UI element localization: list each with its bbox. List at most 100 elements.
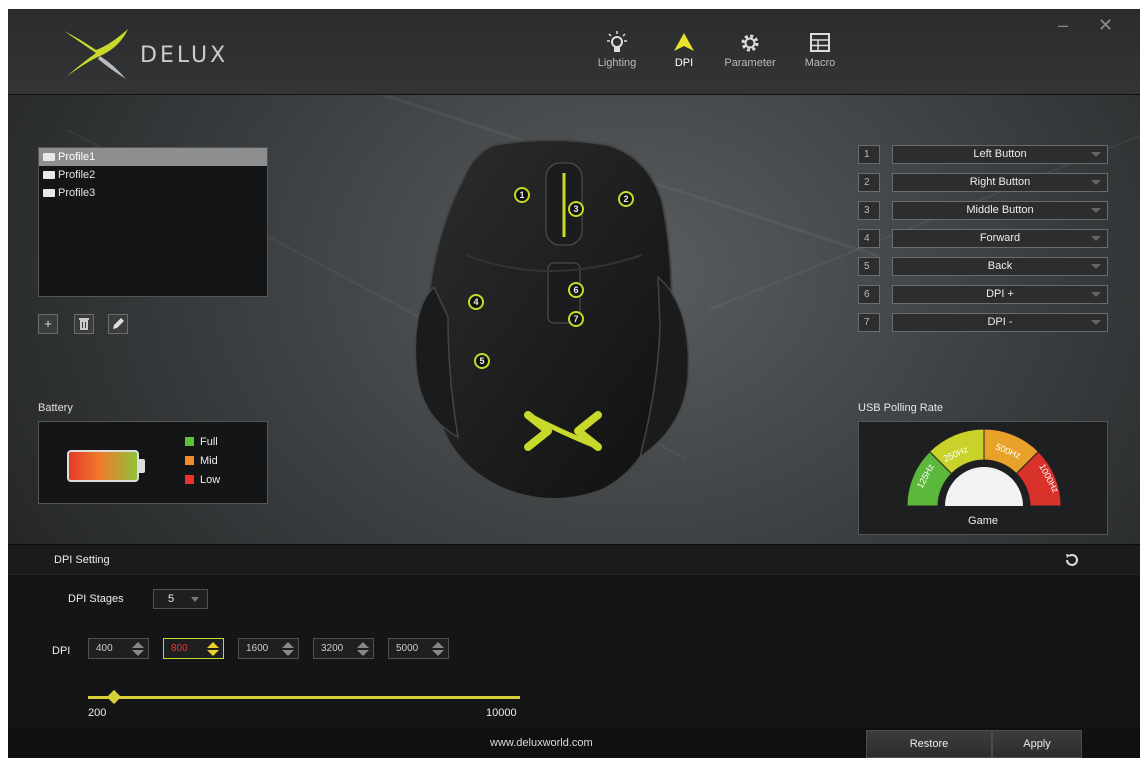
add-profile-button[interactable]: + <box>38 314 58 334</box>
delux-logo: DELUX <box>60 23 260 83</box>
profile-label: Profile2 <box>58 169 96 181</box>
chevron-down-icon <box>1091 236 1101 241</box>
battery-title: Battery <box>38 402 73 414</box>
polling-gauge: 125Hz 250Hz 500Hz 1000Hz <box>906 428 1062 507</box>
delete-profile-button[interactable] <box>74 314 94 334</box>
restore-button[interactable]: Restore <box>866 730 992 758</box>
close-button[interactable]: ✕ <box>1098 15 1113 36</box>
mapping-value: Back <box>987 260 1013 272</box>
dpi-stage-1[interactable]: 400 <box>88 638 149 659</box>
profile-label: Profile3 <box>58 187 96 199</box>
mapping-index-6: 6 <box>858 285 880 304</box>
folder-icon <box>43 189 55 198</box>
tab-parameter-label: Parameter <box>724 57 776 69</box>
mapping-value: Left Button <box>973 148 1027 160</box>
dpi-title: DPI Setting <box>54 554 110 566</box>
polling-rate-title: USB Polling Rate <box>858 402 943 414</box>
mapping-select-6[interactable]: DPI + <box>892 285 1108 304</box>
dpi-slider-handle[interactable] <box>107 689 122 705</box>
mapping-value: Right Button <box>969 176 1031 188</box>
chevron-down-icon <box>1091 264 1101 269</box>
lightbulb-icon <box>592 31 642 57</box>
chevron-down-icon <box>1091 208 1101 213</box>
mouse-marker-4[interactable]: 4 <box>468 294 484 310</box>
mapping-select-4[interactable]: Forward <box>892 229 1108 248</box>
mapping-select-7[interactable]: DPI - <box>892 313 1108 332</box>
mouse-marker-6[interactable]: 6 <box>568 282 584 298</box>
mapping-select-5[interactable]: Back <box>892 257 1108 276</box>
dpi-value: 800 <box>171 643 188 654</box>
stepper-icon[interactable] <box>357 642 369 656</box>
tab-macro[interactable]: Macro <box>798 31 842 69</box>
website-link[interactable]: www.deluxworld.com <box>490 737 593 749</box>
legend-full-label: Full <box>200 436 218 448</box>
chevron-down-icon <box>1091 292 1101 297</box>
profile-item-3[interactable]: Profile3 <box>39 184 267 202</box>
mouse-illustration <box>414 139 690 500</box>
mapping-select-3[interactable]: Middle Button <box>892 201 1108 220</box>
mapping-value: DPI + <box>986 288 1014 300</box>
header-bar: DELUX Lighting DPI Parameter Macro – ✕ <box>8 9 1140 95</box>
dpi-stages-select[interactable]: 5 <box>153 589 208 609</box>
dpi-value: 3200 <box>321 643 344 654</box>
mapping-select-1[interactable]: Left Button <box>892 145 1108 164</box>
dpi-stage-2[interactable]: 800 <box>163 638 224 659</box>
polling-mode-label: Game <box>968 515 998 527</box>
mouse-marker-5[interactable]: 5 <box>474 353 490 369</box>
legend-low-label: Low <box>200 474 221 486</box>
mouse-image: 1 2 3 4 5 6 7 <box>408 137 698 509</box>
tab-dpi[interactable]: DPI <box>664 31 704 69</box>
dpi-header: DPI Setting <box>8 545 1140 575</box>
profile-item-1[interactable]: Profile1 <box>39 148 267 166</box>
apply-button[interactable]: Apply <box>992 730 1082 758</box>
stepper-icon[interactable] <box>282 642 294 656</box>
legend-mid: Mid <box>185 455 218 467</box>
mouse-marker-3[interactable]: 3 <box>568 201 584 217</box>
legend-mid-label: Mid <box>200 455 218 467</box>
profile-item-2[interactable]: Profile2 <box>39 166 267 184</box>
tab-lighting[interactable]: Lighting <box>592 31 642 69</box>
legend-full: Full <box>185 436 218 448</box>
mouse-marker-1[interactable]: 1 <box>514 187 530 203</box>
chevron-down-icon <box>1091 320 1101 325</box>
dpi-value: 5000 <box>396 643 419 654</box>
battery-tip <box>139 459 145 473</box>
mapping-value: Forward <box>979 232 1021 244</box>
minimize-button[interactable]: – <box>1058 15 1068 36</box>
chevron-down-icon <box>191 597 199 602</box>
folder-icon <box>43 153 55 162</box>
tab-parameter[interactable]: Parameter <box>720 31 780 69</box>
tab-macro-label: Macro <box>804 57 836 69</box>
stepper-icon[interactable] <box>432 642 444 656</box>
dpi-slider-track[interactable] <box>88 696 520 699</box>
dpi-slider-min: 200 <box>88 707 107 719</box>
dpi-slider-max: 10000 <box>486 707 517 719</box>
trash-icon <box>79 318 89 330</box>
mapping-value: DPI - <box>987 316 1013 328</box>
mouse-marker-2[interactable]: 2 <box>618 191 634 207</box>
mapping-index-5: 5 <box>858 257 880 276</box>
pencil-icon <box>113 318 124 329</box>
edit-profile-button[interactable] <box>108 314 128 334</box>
mapping-select-2[interactable]: Right Button <box>892 173 1108 192</box>
mouse-marker-7[interactable]: 7 <box>568 311 584 327</box>
dpi-stage-5[interactable]: 5000 <box>388 638 449 659</box>
mapping-index-1: 1 <box>858 145 880 164</box>
app-window: DELUX Lighting DPI Parameter Macro – ✕ P… <box>8 9 1140 758</box>
stepper-icon[interactable] <box>132 642 144 656</box>
dpi-stage-3[interactable]: 1600 <box>238 638 299 659</box>
chevron-down-icon <box>1091 180 1101 185</box>
brand-name: DELUX <box>140 43 229 68</box>
footer-bar: www.deluxworld.com Restore Apply <box>8 728 1140 758</box>
mapping-index-4: 4 <box>858 229 880 248</box>
folder-icon <box>43 171 55 180</box>
profile-list: Profile1 Profile2 Profile3 <box>38 147 268 297</box>
tab-lighting-label: Lighting <box>597 57 637 69</box>
dpi-stage-4[interactable]: 3200 <box>313 638 374 659</box>
tab-dpi-label: DPI <box>674 57 694 69</box>
reset-icon[interactable] <box>1064 552 1080 568</box>
battery-icon <box>67 450 139 482</box>
stepper-icon[interactable] <box>207 642 219 656</box>
grid-icon <box>798 31 842 57</box>
mapping-index-3: 3 <box>858 201 880 220</box>
